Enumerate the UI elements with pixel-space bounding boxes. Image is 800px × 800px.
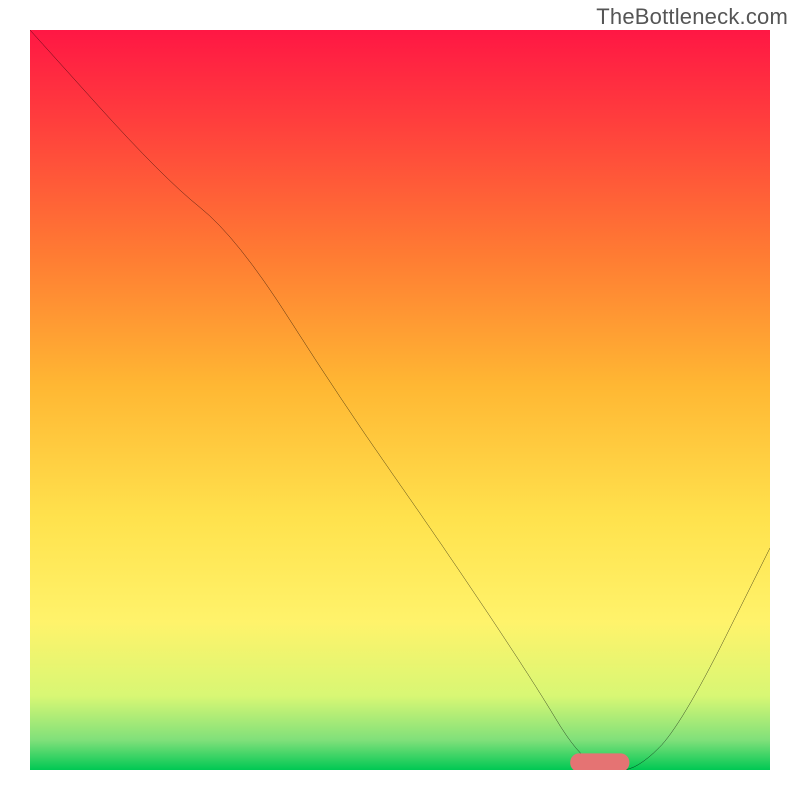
optimal-marker — [570, 753, 629, 770]
chart-svg — [30, 30, 770, 770]
plot-area — [30, 30, 770, 770]
gradient-background — [30, 30, 770, 770]
chart-canvas: TheBottleneck.com — [0, 0, 800, 800]
watermark-label: TheBottleneck.com — [596, 4, 788, 30]
